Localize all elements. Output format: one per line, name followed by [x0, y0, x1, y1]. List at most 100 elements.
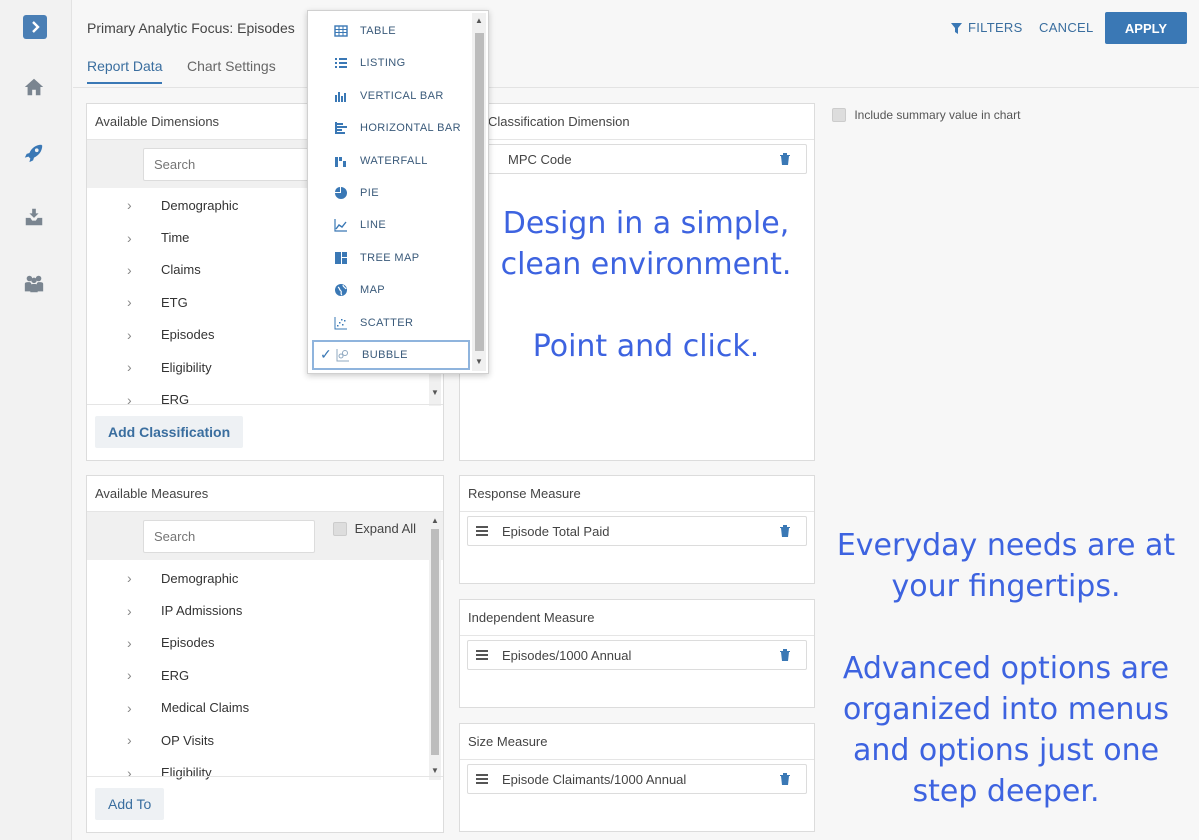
menu-item-waterfall[interactable]: WATERFALL: [312, 146, 470, 176]
tree-item-label: ERG: [161, 667, 190, 683]
trash-icon[interactable]: [780, 773, 790, 785]
scroll-up-icon[interactable]: ▲: [431, 516, 439, 525]
measures-search-input[interactable]: [143, 520, 315, 553]
menu-item-label: HORIZONTAL BAR: [360, 122, 461, 134]
tab-report-data[interactable]: Report Data: [87, 58, 163, 84]
add-to-button[interactable]: Add To: [95, 788, 165, 820]
trash-icon[interactable]: [780, 525, 790, 537]
menu-item-scatter[interactable]: SCATTER: [312, 308, 470, 338]
tree-item[interactable]: › Episodes: [87, 627, 427, 659]
menu-item-line[interactable]: LINE: [312, 210, 470, 240]
expand-all-option[interactable]: Expand All: [333, 520, 416, 536]
menu-item-label: WATERFALL: [360, 155, 428, 167]
panel-title: Independent Measure: [460, 600, 814, 636]
menu-item-label: MAP: [360, 284, 386, 296]
drag-handle-icon[interactable]: [476, 772, 488, 786]
scroll-down-icon[interactable]: ▼: [431, 388, 439, 397]
measures-scrollbar[interactable]: ▲ ▼: [429, 514, 441, 780]
line-chart-icon: [334, 219, 347, 232]
tree-map-icon: [335, 252, 347, 264]
size-measure-panel: Size Measure Episode Claimants/1000 Annu…: [459, 723, 815, 832]
add-classification-button[interactable]: Add Classification: [95, 416, 244, 448]
promo-line: your fingertips.: [891, 569, 1121, 604]
menu-item-horizontal-bar[interactable]: HORIZONTAL BAR: [312, 113, 470, 143]
available-measures-panel: Available Measures Expand All › Demograph…: [86, 475, 444, 833]
menu-item-bubble[interactable]: ✓ BUBBLE: [312, 340, 470, 370]
chevron-right-icon[interactable]: [23, 15, 47, 39]
field-label: Episode Claimants/1000 Annual: [502, 771, 687, 787]
independent-measure-panel: Independent Measure Episodes/1000 Annual: [459, 599, 815, 708]
chevron-right-icon: ›: [127, 732, 132, 749]
promo-line: and options just one: [852, 733, 1160, 768]
include-summary-option[interactable]: Include summary value in chart: [832, 107, 1020, 122]
chevron-right-icon: ›: [127, 667, 132, 684]
tree-item[interactable]: › IP Admissions: [87, 594, 427, 626]
response-measure-field[interactable]: Episode Total Paid: [467, 516, 807, 546]
tree-item[interactable]: › OP Visits: [87, 724, 427, 756]
dimensions-search-input[interactable]: [143, 148, 315, 181]
chevron-right-icon: ›: [127, 294, 132, 311]
pie-chart-icon: [335, 187, 347, 199]
promo-line: step deeper.: [912, 774, 1100, 809]
menu-scrollbar[interactable]: ▲ ▼: [472, 13, 486, 371]
tree-item[interactable]: › ERG: [87, 659, 427, 691]
measures-tree: › Demographic › IP Admissions › Episodes › E…: [87, 562, 427, 780]
size-measure-field[interactable]: Episode Claimants/1000 Annual: [467, 764, 807, 794]
home-icon[interactable]: [22, 75, 46, 99]
promo-text-design: Design in a simple, clean environment. P…: [463, 203, 829, 367]
drag-handle-icon[interactable]: [476, 524, 488, 538]
field-label: Episodes/1000 Annual: [502, 647, 632, 663]
expand-all-checkbox[interactable]: [333, 521, 347, 536]
independent-measure-field[interactable]: Episodes/1000 Annual: [467, 640, 807, 670]
tree-item-label: IP Admissions: [161, 603, 243, 619]
menu-item-listing[interactable]: LISTING: [312, 48, 470, 78]
filters-button[interactable]: FILTERS: [951, 20, 1023, 35]
vertical-bar-chart-icon: [335, 92, 346, 102]
left-rail: [0, 0, 72, 840]
tree-item[interactable]: › Medical Claims: [87, 692, 427, 724]
tree-item-label: Claims: [161, 262, 201, 278]
trash-icon[interactable]: [780, 153, 790, 165]
scroll-down-icon[interactable]: ▼: [431, 766, 439, 775]
tree-item-label: Demographic: [161, 197, 239, 213]
chevron-right-icon: ›: [127, 570, 132, 587]
menu-item-pie[interactable]: PIE: [312, 178, 470, 208]
classification-field[interactable]: MPC Code: [467, 144, 807, 174]
menu-item-table[interactable]: TABLE: [312, 16, 470, 46]
menu-item-map[interactable]: MAP: [312, 275, 470, 305]
menu-item-label: LISTING: [360, 57, 406, 69]
table-icon: [334, 25, 348, 37]
scroll-up-icon[interactable]: ▲: [475, 16, 483, 25]
include-summary-checkbox[interactable]: [832, 107, 846, 122]
menu-item-label: SCATTER: [360, 317, 414, 329]
users-icon[interactable]: [22, 272, 46, 296]
tree-item[interactable]: › Demographic: [87, 562, 427, 594]
dimensions-scrollbar[interactable]: ▼: [429, 374, 441, 406]
chart-type-menu: TABLE LISTING VERTICAL BAR HORIZONTAL BA…: [307, 10, 489, 374]
cancel-button[interactable]: CANCEL: [1039, 20, 1094, 35]
chevron-right-icon: ›: [127, 197, 132, 214]
promo-line: clean environment.: [500, 247, 792, 282]
menu-item-label: PIE: [360, 187, 379, 199]
menu-item-label: TABLE: [360, 25, 397, 37]
rocket-icon[interactable]: [22, 141, 46, 165]
inbox-download-icon[interactable]: [22, 205, 46, 229]
scroll-thumb[interactable]: [431, 529, 439, 755]
chevron-right-icon: ›: [127, 602, 132, 619]
tree-item-label: Episodes: [161, 635, 215, 651]
scroll-thumb[interactable]: [475, 33, 484, 351]
scroll-down-icon[interactable]: ▼: [475, 357, 483, 366]
chevron-right-icon: ›: [127, 699, 132, 716]
tree-item-label: Time: [161, 230, 190, 246]
list-icon: [335, 58, 347, 68]
menu-item-tree-map[interactable]: TREE MAP: [312, 243, 470, 273]
apply-button[interactable]: APPLY: [1105, 12, 1187, 44]
panel-footer: Add To: [87, 776, 443, 832]
panel-title: Classification Dimension: [460, 104, 814, 140]
trash-icon[interactable]: [780, 649, 790, 661]
tab-chart-settings[interactable]: Chart Settings: [187, 58, 276, 82]
menu-item-vertical-bar[interactable]: VERTICAL BAR: [312, 81, 470, 111]
drag-handle-icon[interactable]: [476, 648, 488, 662]
promo-line: Advanced options are: [842, 651, 1170, 686]
chevron-right-icon: ›: [127, 359, 132, 376]
